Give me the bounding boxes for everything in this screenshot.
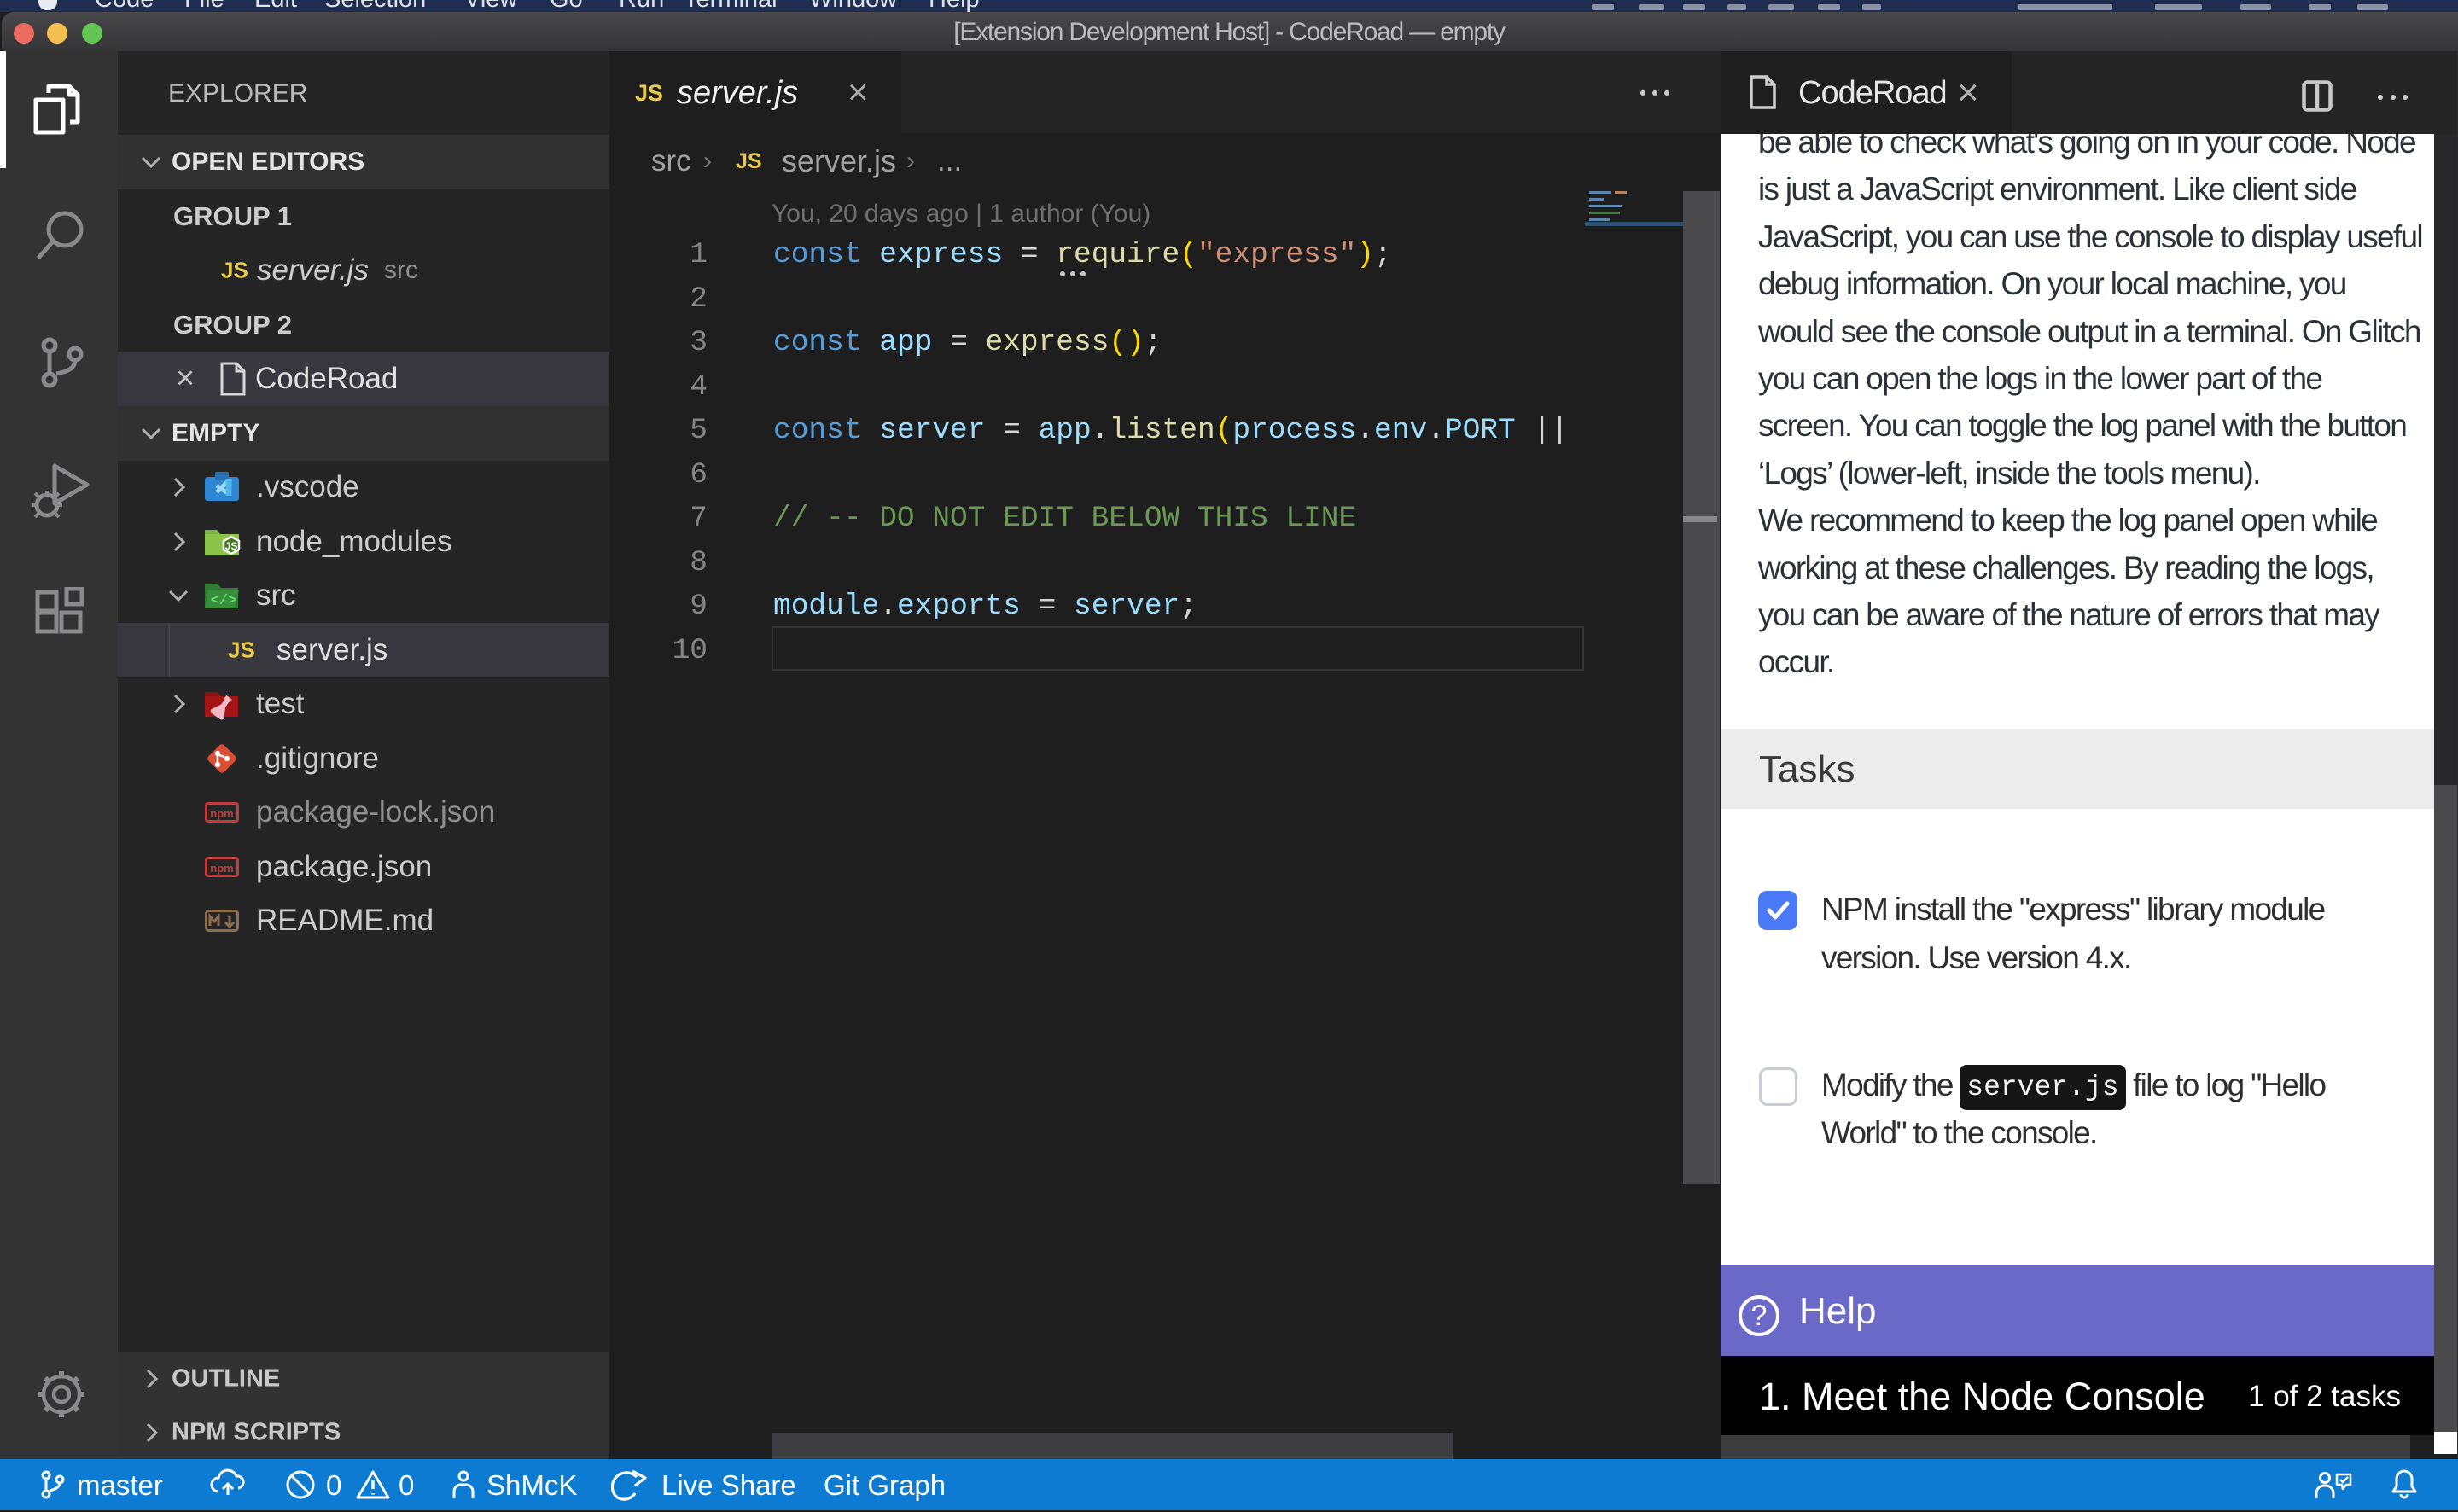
svg-text:?: ? — [1751, 1300, 1768, 1332]
svg-text:npm: npm — [210, 807, 233, 820]
svg-text:JS: JS — [225, 540, 238, 552]
svg-text:</>: </> — [211, 593, 237, 609]
svg-text:npm: npm — [210, 862, 233, 875]
